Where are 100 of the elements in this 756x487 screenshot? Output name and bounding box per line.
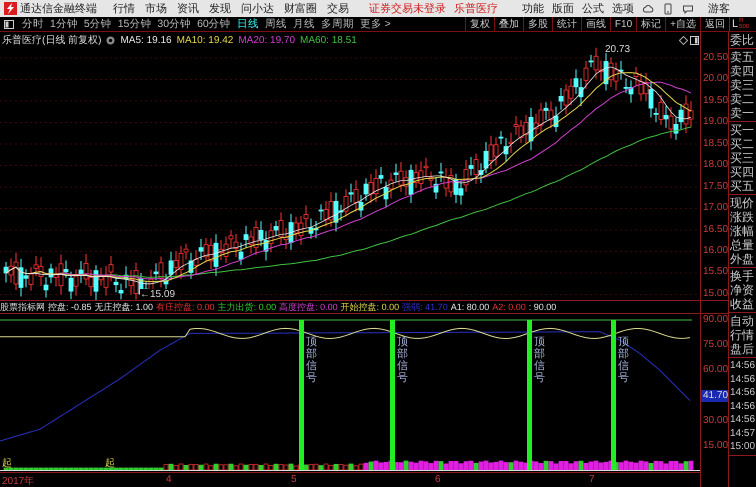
period-tab[interactable]: 60分钟: [194, 17, 234, 31]
menu-item[interactable]: 功能: [522, 1, 544, 16]
menu-item[interactable]: 选项: [612, 1, 634, 16]
quote-field-label: 买四: [730, 165, 755, 179]
moving-average-value: MA60: 18.51: [300, 34, 357, 46]
quote-field-label: 行情: [730, 328, 755, 342]
quote-field-label: 14:56: [730, 386, 756, 400]
start-marker: 起: [2, 456, 12, 470]
menu-item[interactable]: 发现: [209, 1, 231, 16]
indicator-value: 主力出货: 0.00: [218, 300, 276, 314]
menu-item[interactable]: 公式: [582, 1, 604, 16]
chat-icon[interactable]: [682, 2, 694, 14]
toolbar-button[interactable]: 统计: [552, 17, 581, 31]
menu-item[interactable]: 财富圈: [284, 1, 317, 16]
indicator-axis-label: 60.00: [702, 364, 728, 376]
date-axis-label: 5: [291, 474, 297, 485]
period-tab[interactable]: 更多 >: [356, 17, 394, 31]
menu-item[interactable]: 版面: [552, 1, 574, 16]
notice-text[interactable]: 乐普医疗: [454, 1, 498, 16]
moving-average-value: MA20: 19.70: [238, 34, 296, 46]
period-tab[interactable]: 月线: [290, 17, 318, 31]
app-logo-icon: [4, 2, 17, 15]
diamond-icon[interactable]: [679, 36, 688, 45]
toolbar-button[interactable]: 标记: [636, 17, 666, 31]
period-tab[interactable]: 1分钟: [47, 17, 81, 31]
menu-item[interactable]: 问小达: [241, 1, 274, 16]
current-value-label: 41.70: [701, 390, 728, 402]
quote-field-label: 现价: [730, 196, 755, 210]
stock-title: 乐普医疗(日线 前复权): [2, 34, 102, 47]
signal-label: 顶部信号: [306, 336, 317, 384]
quote-field-label: 卖三: [730, 78, 755, 92]
cloud-icon[interactable]: [642, 2, 654, 14]
high-price-label: 20.73: [605, 44, 630, 55]
quote-field-label: 涨跌: [730, 210, 755, 224]
quote-field-label: 自动: [730, 314, 755, 328]
quote-field-label: 收益: [730, 297, 755, 311]
price-axis-label: 19.00: [702, 116, 728, 130]
price-axis-label: 15.00: [702, 288, 728, 301]
quote-field-label: 卖五: [730, 50, 755, 64]
panel-toggle-icon[interactable]: [4, 20, 14, 28]
app-title: 通达信金融终端: [20, 2, 97, 16]
quote-field-label: 总量: [730, 238, 755, 252]
signal-label: 顶部信号: [534, 336, 545, 384]
toolbar-button[interactable]: 多股: [522, 17, 552, 31]
period-tab[interactable]: 周线: [262, 17, 290, 31]
toolbar-button[interactable]: 画线: [580, 17, 610, 31]
date-axis-label: 7: [589, 474, 595, 485]
panel-toggle-icon[interactable]: [690, 36, 699, 45]
quote-field-label: 卖二: [730, 92, 755, 106]
period-tab[interactable]: 多周期: [318, 17, 357, 31]
notice-text[interactable]: 证券交易未登录: [369, 1, 446, 16]
quote-field-label: 卖一: [730, 106, 755, 120]
user-label[interactable]: 游客: [708, 1, 730, 16]
price-axis-label: 16.00: [702, 244, 728, 258]
menu-item[interactable]: 交易: [327, 1, 349, 16]
low-price-label: ←15.09: [140, 289, 176, 300]
quote-field-label: 14:57: [730, 426, 756, 440]
toolbar-button[interactable]: 复权: [464, 17, 494, 31]
indicator-value: 高度控盘: 0.00: [279, 300, 338, 314]
price-axis-label: 17.00: [702, 202, 728, 216]
quote-field-label: 净资: [730, 283, 755, 297]
period-tab[interactable]: 30分钟: [154, 17, 194, 31]
indicator-axis-label: 15.00: [702, 440, 728, 451]
quote-field-label: 委比: [730, 33, 755, 47]
indicator-value: A2: 0.00: [492, 302, 526, 312]
toolbar-button[interactable]: 返回: [700, 17, 729, 31]
phone-icon[interactable]: [662, 2, 674, 14]
date-axis-label: 4: [166, 474, 172, 485]
indicator-axis-label: 75.00: [702, 339, 728, 350]
quote-field-label: 涨幅: [730, 224, 755, 238]
price-axis-label: 15.50: [702, 266, 728, 280]
indicator-value: A1: 80.00: [450, 302, 490, 312]
quote-field-label: 买三: [730, 151, 755, 165]
toolbar-button[interactable]: 叠加: [494, 17, 523, 31]
indicator-value: 强弱: 41.70: [402, 300, 448, 314]
indicator-value: 开始控盘: 0.00: [340, 300, 400, 314]
toolbar-button[interactable]: F10: [610, 17, 636, 31]
period-tab[interactable]: 分时: [19, 17, 47, 31]
quote-field-label: 14:56: [730, 413, 756, 426]
indicator-title[interactable]: 股票指标网: [0, 300, 45, 314]
period-tab[interactable]: 5分钟: [80, 17, 115, 31]
menu-item[interactable]: 资讯: [177, 1, 199, 16]
toolbar-button[interactable]: +自选: [665, 17, 700, 31]
indicator-value: : 90.00: [528, 302, 556, 312]
start-marker: 起: [105, 456, 115, 470]
price-axis-label: 16.50: [702, 224, 728, 236]
moving-average-value: MA10: 19.42: [176, 34, 234, 46]
price-axis-label: 20.50: [702, 52, 728, 65]
panel-mode-label[interactable]: L: [732, 18, 738, 30]
quote-field-label: 换手: [730, 269, 755, 283]
price-axis-label: 18.50: [702, 138, 728, 151]
period-tab[interactable]: 15分钟: [114, 17, 154, 31]
period-tab[interactable]: 日线: [234, 17, 262, 31]
quote-field-label: 买一: [730, 123, 755, 137]
indicator-value: 有庄控盘: 0.00: [156, 300, 215, 314]
menu-item[interactable]: 行情: [113, 1, 135, 16]
menu-item[interactable]: 市场: [145, 1, 167, 16]
quote-field-label: 卖四: [730, 64, 755, 78]
indicator-value: 无庄控盘: 1.00: [94, 300, 154, 314]
quote-field-label: 15:00: [730, 440, 756, 454]
